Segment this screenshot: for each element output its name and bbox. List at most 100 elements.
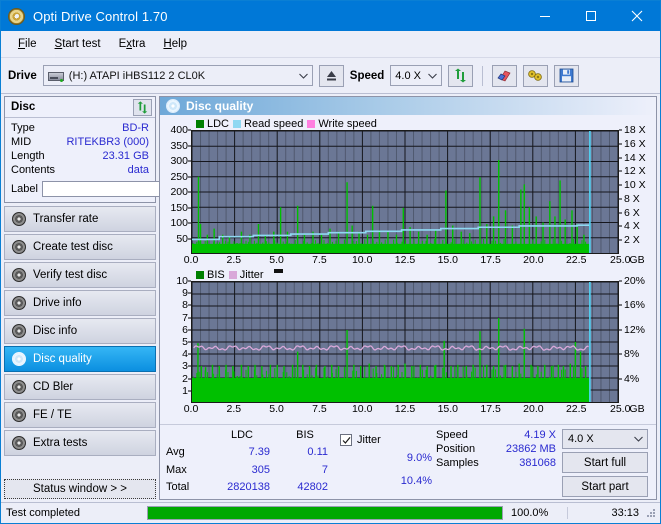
axis-tick-label: 14 X [624, 151, 646, 164]
sidebar-item-disc-info[interactable]: Disc info [4, 318, 156, 344]
axis-tick-label: 12.5 [394, 403, 416, 415]
erase-button[interactable] [492, 64, 518, 87]
status-window-button[interactable]: Status window > > [4, 479, 156, 499]
axis-tick-label: 5.0 [269, 254, 284, 266]
scroll-marker-icon [273, 268, 283, 273]
axis-tick-label: 17.5 [480, 403, 501, 415]
legend-label: Write speed [318, 117, 377, 130]
disc-row-contents: Contents data [11, 163, 149, 177]
stats-corner [166, 429, 208, 445]
disc-label-row: Label [11, 180, 244, 198]
stats-row-label-max: Max [166, 463, 187, 476]
axis-tick-label: 6 X [624, 206, 640, 219]
disc-refresh-button[interactable] [133, 98, 152, 116]
legend-bis: BIS [196, 269, 225, 281]
sidebar-item-transfer-rate[interactable]: Transfer rate [4, 206, 156, 232]
axis-tick-label: 400 [170, 124, 188, 136]
stats-panel: LDC BIS Avg 7.39 0.11 Max 305 7 Total 28… [160, 424, 656, 499]
start-full-button[interactable]: Start full [562, 452, 648, 473]
sidebar-item-label: Disc info [33, 325, 78, 337]
elapsed-time: 33:13 [567, 507, 645, 519]
start-part-button[interactable]: Start part [562, 476, 648, 497]
axis-tick-label: 8 X [624, 192, 640, 205]
sidebar-item-label: Drive info [33, 297, 82, 309]
sidebar-item-create-test-disc[interactable]: Create test disc [4, 234, 156, 260]
disc-icon [12, 436, 26, 450]
menu-start-test[interactable]: Start test [46, 35, 110, 53]
resize-grip[interactable] [645, 507, 657, 519]
ldc-chart: LDC Read speed Write speed 400 350 300 250 2… [160, 117, 656, 268]
stats-header-ldc: LDC [230, 429, 253, 441]
maximize-icon[interactable] [568, 1, 614, 31]
legend-swatch-icon [196, 119, 204, 128]
axis-tick-label: 2 X [624, 234, 640, 247]
axis-tick-label: 12% [624, 323, 646, 336]
axis-tick-mark [619, 225, 622, 227]
axis-tick-label: 2.5 [226, 403, 242, 415]
drive-select[interactable]: (H:) ATAPI iHBS112 2 CL0K [42, 65, 313, 86]
axis-tick-label: 250 [170, 170, 188, 183]
axis-tick-label: 100 [170, 217, 188, 229]
axis-tick-label: 17.5 [480, 254, 501, 266]
sidebar-item-disc-quality[interactable]: Disc quality [4, 346, 156, 372]
stats-row-label-avg: Avg [166, 446, 185, 459]
toolbar: Drive (H:) ATAPI iHBS112 2 CL0K Speed 4.… [1, 58, 660, 94]
menu-extra[interactable]: Extra [110, 35, 155, 53]
save-button[interactable] [554, 64, 580, 87]
scan-speed-select[interactable]: 4.0 X [562, 429, 648, 449]
sidebar-item-cd-bler[interactable]: CD Bler [4, 374, 156, 400]
drive-label: Drive [8, 69, 37, 82]
disc-icon [12, 240, 26, 254]
axis-tick-mark [619, 129, 622, 131]
axis-tick-mark [619, 212, 622, 214]
disc-panel-title: Disc [11, 101, 36, 113]
axis-tick-mark [619, 184, 622, 186]
sidebar-item-label: CD Bler [33, 381, 74, 393]
speed-select[interactable]: 4.0 X [390, 65, 443, 86]
position-stat-label: Position [436, 443, 476, 455]
nav-list: Transfer rate Create test disc Verify te… [4, 206, 156, 456]
ldc-plot-area [191, 130, 619, 254]
axis-tick-mark [619, 353, 622, 355]
sidebar-item-verify-test-disc[interactable]: Verify test disc [4, 262, 156, 288]
app-window: Opti Drive Control 1.70 File Start test … [0, 0, 661, 524]
axis-unit-label: GB [629, 254, 645, 266]
disc-icon [12, 268, 26, 282]
minimize-icon[interactable] [522, 1, 568, 31]
axis-tick-label: 12.5 [394, 254, 416, 266]
legend-ldc: LDC [196, 118, 229, 130]
jitter-toggle-row[interactable]: Jitter [340, 429, 432, 451]
axis-tick-label: 15.0 [437, 403, 459, 415]
speed-stat-label: Speed [436, 429, 468, 441]
eject-button[interactable] [318, 64, 344, 87]
stats-table: LDC BIS Avg 7.39 0.11 Max 305 7 Total 28… [166, 429, 334, 497]
sidebar-item-label: Extra tests [33, 437, 88, 449]
menu-file[interactable]: File [9, 35, 46, 53]
legend-swatch-icon [233, 119, 242, 128]
sidebar-item-fe-te[interactable]: FE / TE [4, 402, 156, 428]
toolbar-separator [482, 65, 484, 86]
axis-tick-label: 20% [624, 275, 646, 287]
legend-jitter: Jitter [228, 269, 264, 281]
disc-row-length-value: 23.31 GB [102, 150, 149, 162]
disc-row-length-key: Length [11, 150, 45, 162]
axis-tick-mark [619, 329, 622, 331]
jitter-checkbox[interactable] [340, 434, 352, 446]
axis-tick-label: 10.0 [351, 254, 373, 266]
menu-help[interactable]: Help [154, 35, 196, 53]
sidebar-item-label: Create test disc [33, 241, 113, 253]
sidebar-item-label: FE / TE [33, 409, 72, 421]
progress-bar [147, 506, 503, 520]
bis-x-axis: 0.0 2.5 5.0 7.5 10.0 12.5 15.0 17.5 20.0 22.5 25.0… [184, 403, 645, 417]
close-icon[interactable] [614, 1, 660, 31]
axis-tick-mark [619, 143, 622, 145]
refresh-button[interactable] [448, 64, 474, 87]
disc-icon [12, 352, 26, 366]
stats-header-bis: BIS [296, 429, 314, 441]
sidebar-item-extra-tests[interactable]: Extra tests [4, 430, 156, 456]
bitsetting-button[interactable] [523, 64, 549, 87]
stats-total-ldc: 2820138 [227, 480, 270, 493]
bis-y-axis-right: 20% 16% 12% 8% 4% [619, 275, 656, 403]
bis-plot-area [191, 281, 619, 403]
sidebar-item-drive-info[interactable]: Drive info [4, 290, 156, 316]
